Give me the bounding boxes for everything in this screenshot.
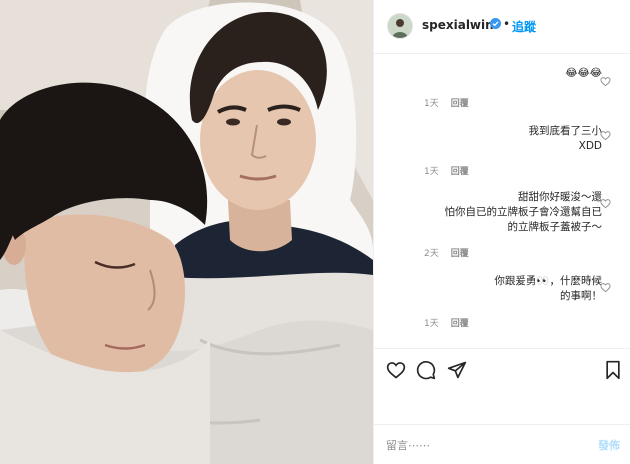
comment-meta: 2天 回覆 bbox=[424, 246, 469, 259]
comment-like-icon[interactable] bbox=[600, 130, 611, 141]
comment-meta: 1天 回覆 bbox=[424, 316, 469, 329]
comment-meta: 1天 回覆 bbox=[424, 96, 469, 109]
reply-button[interactable]: 回覆 bbox=[451, 319, 469, 329]
verified-badge-icon bbox=[490, 18, 501, 29]
comment-meta: 1天 回覆 bbox=[424, 164, 469, 177]
post-side-panel: spexialwin • 追蹤 😂😂😂 1天 回覆 我到底看了三小 XDD 1天… bbox=[373, 0, 630, 464]
heart-icon[interactable] bbox=[386, 360, 406, 380]
comment-like-icon[interactable] bbox=[600, 198, 611, 209]
instagram-post: spexialwin • 追蹤 😂😂😂 1天 回覆 我到底看了三小 XDD 1天… bbox=[0, 0, 630, 464]
header-separator: • bbox=[503, 17, 511, 31]
bookmark-icon[interactable] bbox=[604, 360, 622, 380]
comment-text: 甜甜你好暖浚～還 怕你自已的立牌板子會冷還幫自已 的立牌板子蓋被子～ bbox=[444, 191, 603, 233]
comment-text: 我到底看了三小 XDD bbox=[528, 125, 603, 152]
actions-divider bbox=[374, 348, 630, 349]
avatar[interactable] bbox=[388, 14, 412, 38]
follow-button[interactable]: 追蹤 bbox=[512, 18, 536, 35]
post-comment-button[interactable]: 發佈 bbox=[598, 437, 620, 453]
comment-like-icon[interactable] bbox=[600, 282, 611, 293]
photo-illustration bbox=[0, 0, 373, 464]
comment-text: 你跟爰勇👀，什麼時候 的事啊！ bbox=[494, 275, 602, 302]
share-icon[interactable] bbox=[447, 360, 467, 380]
username-link[interactable]: spexialwin bbox=[422, 18, 494, 32]
post-photo[interactable] bbox=[0, 0, 373, 464]
comment-text: 😂😂😂 bbox=[565, 67, 602, 79]
comment-like-icon[interactable] bbox=[600, 76, 611, 87]
reply-button[interactable]: 回覆 bbox=[451, 249, 469, 259]
reply-button[interactable]: 回覆 bbox=[451, 167, 469, 177]
comment-time: 2天 bbox=[424, 249, 439, 259]
comment-time: 1天 bbox=[424, 167, 439, 177]
reply-button[interactable]: 回覆 bbox=[451, 99, 469, 109]
post-header: spexialwin • 追蹤 bbox=[374, 0, 630, 54]
add-comment-bar: 留言⋯⋯ 發佈 bbox=[374, 424, 630, 464]
comment-time: 1天 bbox=[424, 99, 439, 109]
avatar-image bbox=[388, 14, 412, 38]
comment-icon[interactable] bbox=[416, 360, 436, 380]
comment-time: 1天 bbox=[424, 319, 439, 329]
comment-input[interactable]: 留言⋯⋯ bbox=[386, 437, 430, 453]
